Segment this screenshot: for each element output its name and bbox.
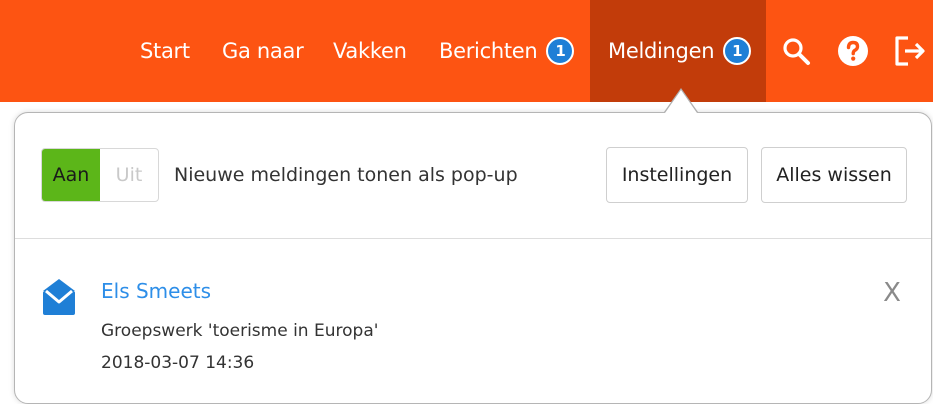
panel-divider bbox=[15, 238, 931, 239]
notification-sender-link[interactable]: Els Smeets bbox=[101, 279, 211, 303]
clear-all-button[interactable]: Alles wissen bbox=[761, 147, 907, 203]
nav-vakken-label: Vakken bbox=[333, 39, 407, 63]
nav-meldingen[interactable]: Meldingen 1 bbox=[590, 0, 766, 102]
nav-ga-naar[interactable]: Ga naar bbox=[222, 0, 304, 102]
logout-button[interactable] bbox=[890, 0, 930, 102]
notification-timestamp: 2018-03-07 14:36 bbox=[101, 353, 255, 373]
nav-start-label: Start bbox=[140, 39, 190, 63]
nav-meldingen-label: Meldingen bbox=[608, 39, 715, 63]
notifications-panel: Aan Uit Nieuwe meldingen tonen als pop-u… bbox=[14, 112, 932, 404]
logout-icon bbox=[895, 36, 925, 66]
nav-vakken[interactable]: Vakken bbox=[333, 0, 407, 102]
close-icon: X bbox=[883, 278, 901, 308]
search-icon bbox=[783, 38, 810, 65]
dismiss-notification-button[interactable]: X bbox=[877, 278, 907, 308]
meldingen-count-badge: 1 bbox=[723, 37, 752, 65]
toggle-off-option[interactable]: Uit bbox=[100, 149, 158, 201]
popup-toggle-label: Nieuwe meldingen tonen als pop-up bbox=[174, 164, 518, 186]
settings-button[interactable]: Instellingen bbox=[606, 147, 748, 203]
berichten-count-badge: 1 bbox=[546, 37, 575, 65]
toggle-on-option[interactable]: Aan bbox=[42, 149, 100, 201]
search-button[interactable] bbox=[776, 0, 816, 102]
nav-berichten-label: Berichten bbox=[439, 39, 538, 63]
help-button[interactable] bbox=[833, 0, 873, 102]
nav-ga-naar-label: Ga naar bbox=[222, 39, 304, 63]
popup-toggle[interactable]: Aan Uit bbox=[41, 148, 159, 202]
envelope-icon bbox=[43, 279, 75, 315]
nav-berichten[interactable]: Berichten 1 bbox=[439, 0, 575, 102]
nav-start[interactable]: Start bbox=[140, 0, 190, 102]
help-icon bbox=[838, 36, 868, 66]
dropdown-pointer-fill bbox=[665, 90, 697, 113]
top-navigation-bar: Start Ga naar Vakken Berichten 1 Melding… bbox=[0, 0, 933, 102]
notification-subject: Groepswerk 'toerisme in Europa' bbox=[101, 321, 379, 341]
